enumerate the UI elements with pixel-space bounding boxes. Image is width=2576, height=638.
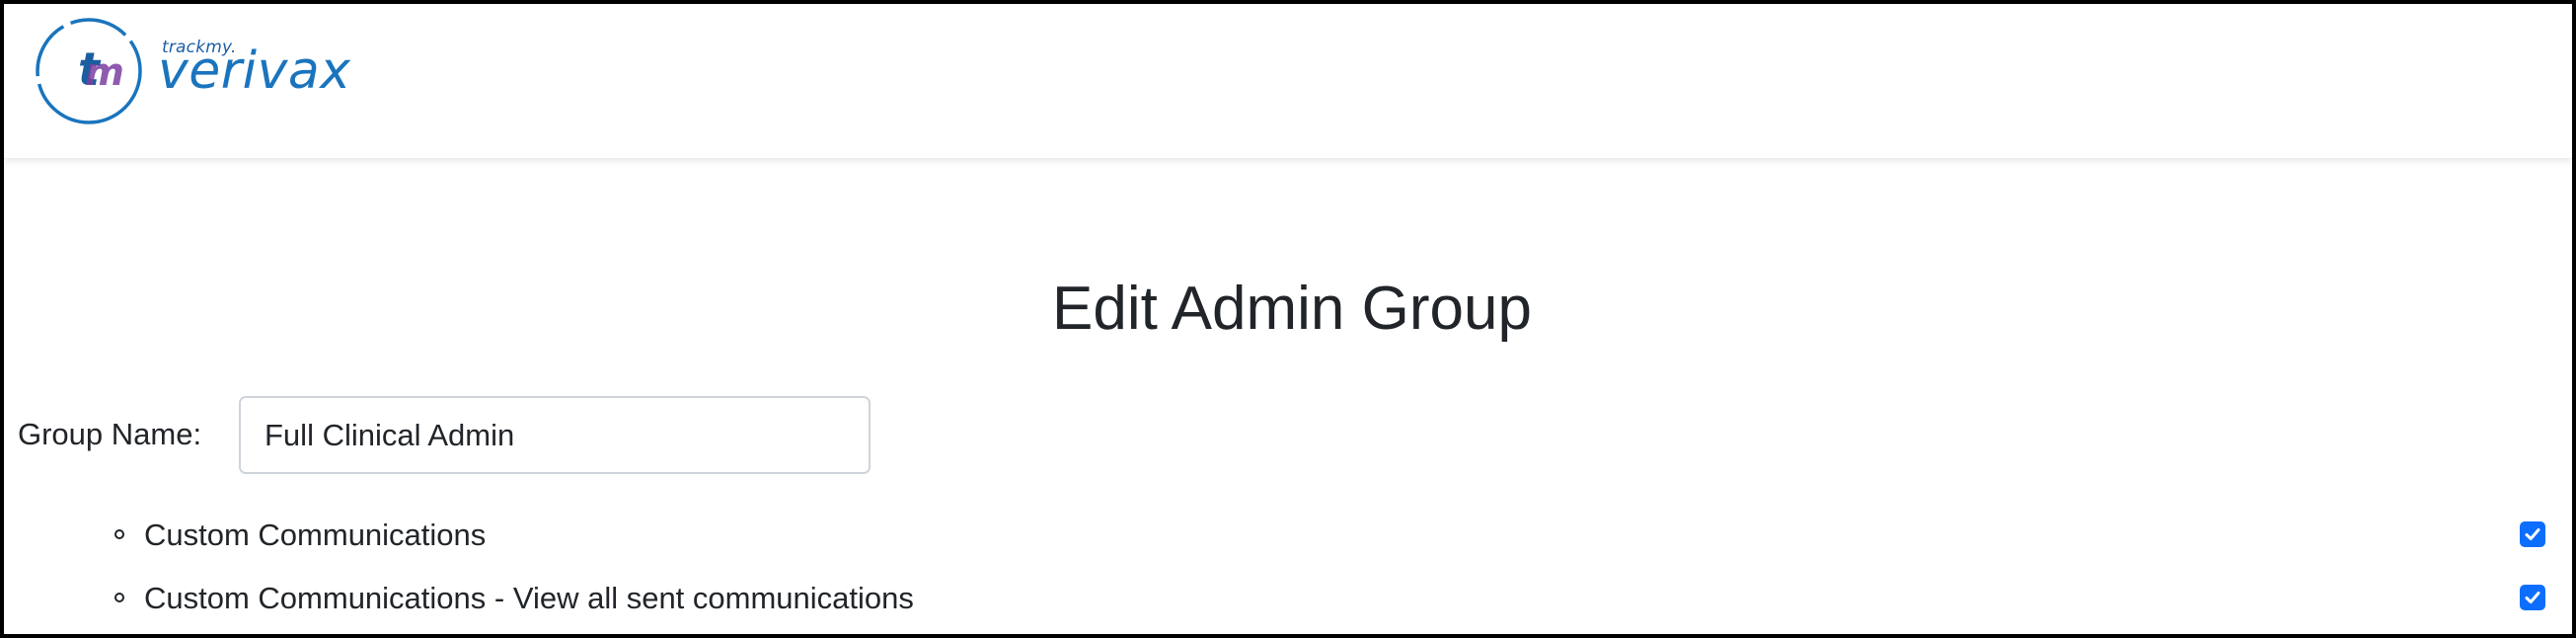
page-title: Edit Admin Group (1052, 275, 1532, 343)
checkmark-icon (2525, 528, 2540, 540)
permission-checkbox[interactable] (2520, 521, 2545, 547)
group-name-input[interactable] (239, 396, 871, 474)
app-window: t m trackmy. verivax Edit Admin Group Gr… (0, 0, 2576, 638)
svg-text:m: m (85, 50, 124, 94)
bullet-icon (114, 593, 124, 602)
logo-circle-icon: t m (36, 18, 142, 124)
trackmy-verivax-logo[interactable]: t m trackmy. verivax (34, 16, 369, 126)
checkmark-icon (2525, 592, 2540, 603)
permission-item-custom-communications: Custom Communications (4, 512, 2572, 561)
bullet-icon (114, 529, 124, 539)
permission-label: Custom Communications - View all sent co… (144, 581, 914, 615)
permission-label: Custom Communications (144, 518, 487, 552)
logo-brand-name: verivax (158, 41, 351, 101)
permission-checkbox[interactable] (2520, 585, 2545, 610)
permission-item-view-sent-communications: Custom Communications - View all sent co… (4, 575, 2572, 624)
top-header: t m trackmy. verivax (4, 4, 2572, 159)
group-name-label: Group Name: (18, 417, 202, 451)
